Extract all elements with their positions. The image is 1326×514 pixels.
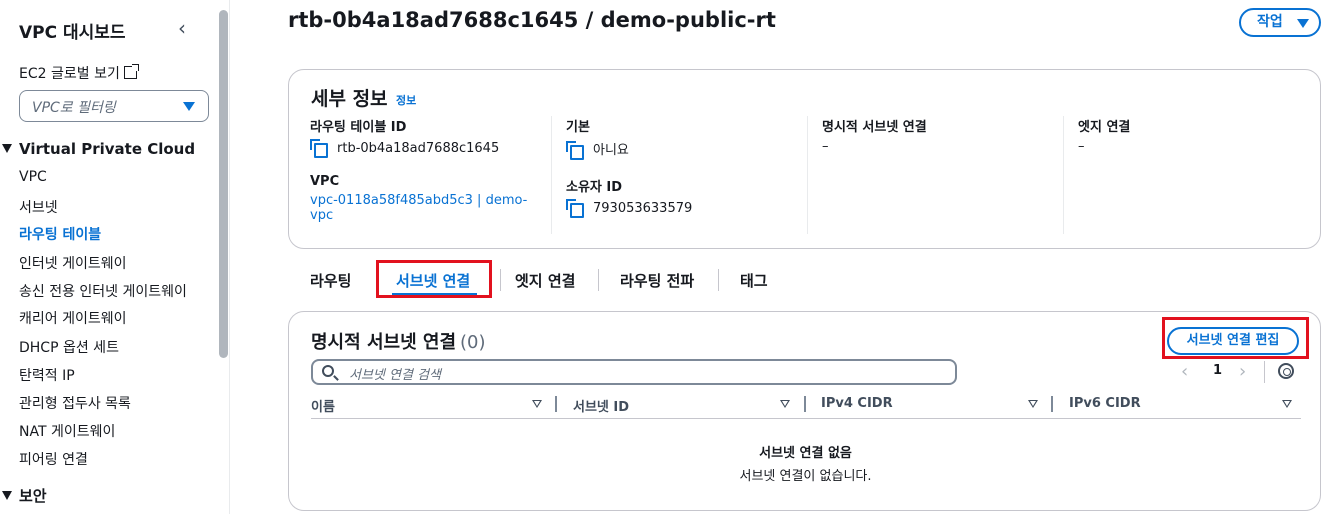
divider [1264, 361, 1265, 383]
column-header-subnet-id[interactable]: 서브넷 ID [573, 396, 629, 415]
sidebar-item-elastic-ip[interactable]: 탄력적 IP [19, 365, 75, 385]
sort-icon[interactable] [1282, 400, 1292, 408]
expand-triangle-icon [2, 144, 12, 153]
details-panel: 세부 정보 정보 라우팅 테이블 ID rtb-0b4a18ad7688c164… [288, 69, 1321, 249]
column-header-ipv4-cidr[interactable]: IPv4 CIDR [821, 396, 893, 411]
previous-page-icon[interactable]: ‹ [1181, 361, 1188, 382]
info-link[interactable]: 정보 [396, 92, 416, 108]
divider [807, 116, 808, 234]
sidebar-filter-select[interactable]: VPC로 필터링 [19, 90, 209, 122]
actions-button[interactable]: 작업 [1239, 8, 1321, 37]
ec2-global-view-link[interactable]: EC2 글로벌 보기 [19, 63, 139, 83]
details-title: 세부 정보 [311, 88, 388, 110]
tab-tags[interactable]: 태그 [740, 270, 768, 291]
copy-icon[interactable] [310, 139, 328, 158]
details-col-1: 라우팅 테이블 ID rtb-0b4a18ad7688c1645 VPC vpc… [310, 120, 528, 223]
search-input[interactable]: 서브넷 연결 검색 [311, 359, 957, 385]
search-icon [322, 365, 334, 377]
tab-route-propagation[interactable]: 라우팅 전파 [620, 270, 694, 291]
tab-routes[interactable]: 라우팅 [310, 270, 351, 291]
table-header-divider [311, 418, 1301, 419]
gear-icon[interactable] [1278, 363, 1294, 379]
details-col-2: 기본 아니요 소유자 ID 793053633579 [566, 120, 693, 218]
column-resizer[interactable] [804, 396, 806, 412]
sidebar-item-subnets[interactable]: 서브넷 [19, 197, 58, 217]
tab-divider [500, 269, 501, 291]
panel-title: 명시적 서브넷 연결 (0) [311, 332, 486, 353]
sort-icon[interactable] [1028, 400, 1038, 408]
tab-edge-associations[interactable]: 엣지 연결 [515, 270, 575, 291]
copy-icon[interactable] [566, 199, 584, 218]
empty-state-description: 서브넷 연결이 없습니다. [739, 469, 872, 484]
sidebar-item-prefix-lists[interactable]: 관리형 접두사 목록 [19, 393, 131, 413]
highlight-box-tab [376, 260, 492, 298]
sidebar-item-nat-gateways[interactable]: NAT 게이트웨이 [19, 421, 115, 441]
sidebar-item-vpc[interactable]: VPC [19, 169, 47, 185]
vpc-link[interactable]: vpc-0118a58f485abd5c3 | demo-vpc [310, 193, 527, 223]
sort-icon[interactable] [532, 400, 542, 408]
column-resizer[interactable] [555, 396, 557, 412]
sidebar-item-internet-gateways[interactable]: 인터넷 게이트웨이 [19, 253, 127, 273]
page-title: rtb-0b4a18ad7688c1645 / demo-public-rt [288, 8, 776, 32]
sidebar-item-egress-only-gateways[interactable]: 송신 전용 인터넷 게이트웨이 [19, 281, 187, 301]
column-resizer[interactable] [1051, 396, 1053, 412]
sidebar-item-carrier-gateways[interactable]: 캐리어 게이트웨이 [19, 308, 127, 328]
empty-state-title: 서브넷 연결 없음 [759, 446, 852, 461]
copy-icon[interactable] [566, 141, 584, 160]
collapse-sidebar-icon[interactable]: ‹ [178, 18, 194, 40]
column-header-ipv6-cidr[interactable]: IPv6 CIDR [1069, 396, 1141, 411]
sidebar-scrollbar[interactable] [219, 10, 228, 358]
next-page-icon[interactable]: › [1239, 361, 1246, 382]
tab-divider [718, 269, 719, 291]
sidebar-item-peering[interactable]: 피어링 연결 [19, 449, 88, 469]
divider [1063, 116, 1064, 234]
highlight-box-edit-button [1162, 317, 1309, 359]
column-header-name[interactable]: 이름 [311, 396, 335, 415]
sidebar: VPC 대시보드 ‹ EC2 글로벌 보기 VPC로 필터링 Virtual P… [0, 0, 230, 514]
section-security[interactable]: 보안 [0, 485, 47, 506]
current-page[interactable]: 1 [1213, 363, 1222, 378]
caret-down-icon [183, 102, 195, 111]
divider [551, 116, 552, 234]
route-table-id: rtb-0b4a18ad7688c1645 [337, 141, 500, 156]
external-link-icon [123, 64, 139, 79]
sidebar-title: VPC 대시보드 [19, 23, 126, 43]
sidebar-item-route-tables[interactable]: 라우팅 테이블 [19, 224, 101, 244]
tab-divider [598, 269, 599, 291]
sort-icon[interactable] [780, 400, 790, 408]
sidebar-item-dhcp-options[interactable]: DHCP 옵션 세트 [19, 337, 119, 357]
details-col-4: 엣지 연결 – [1078, 120, 1131, 154]
caret-down-icon [1297, 19, 1309, 28]
details-col-3: 명시적 서브넷 연결 – [822, 120, 927, 154]
expand-triangle-icon [2, 491, 12, 500]
section-virtual-private-cloud[interactable]: Virtual Private Cloud [0, 140, 195, 158]
